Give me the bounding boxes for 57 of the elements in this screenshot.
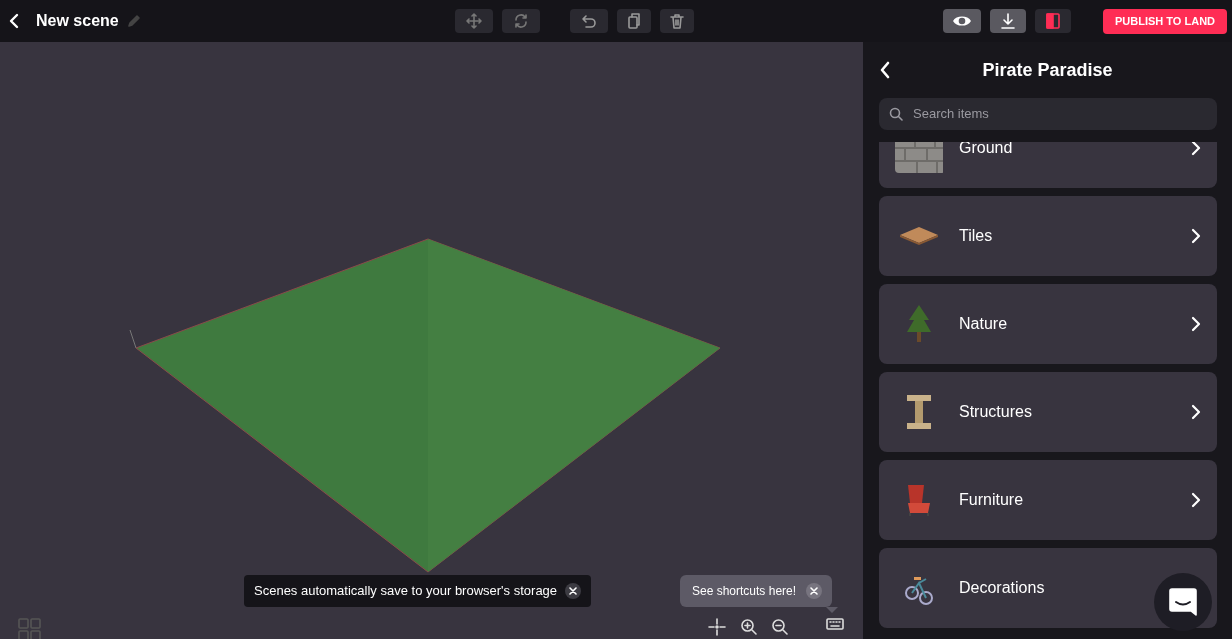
chevron-right-icon [1191, 404, 1201, 420]
chevron-right-icon [1191, 316, 1201, 332]
search-input[interactable]: Search items [911, 103, 1207, 125]
back-button[interactable] [879, 61, 891, 79]
category-item[interactable]: Nature [879, 284, 1217, 364]
panel-title: Pirate Paradise [982, 58, 1113, 82]
zoom-in-button[interactable] [740, 618, 758, 636]
undo-icon [581, 13, 597, 29]
chevron-right-icon [1191, 142, 1201, 156]
sidebar-toggle-icon [1046, 13, 1060, 29]
zoom-out-button[interactable] [771, 618, 789, 636]
notice-text: Scenes automatically save to your browser's storage [254, 582, 558, 601]
keyboard-shortcuts-button[interactable] [826, 618, 844, 630]
publish-button[interactable]: PUBLISH TO LAND [1103, 8, 1228, 34]
chevron-right-icon [1191, 492, 1201, 508]
zoom-out-icon [771, 618, 789, 636]
category-item[interactable]: Tiles [879, 196, 1217, 276]
zoom-in-icon [740, 618, 758, 636]
tooltip-text: See shortcuts here! [692, 583, 797, 600]
duplicate-button[interactable] [617, 9, 651, 33]
close-button[interactable] [806, 583, 823, 599]
chevron-right-icon [1191, 228, 1201, 244]
back-icon [879, 61, 891, 79]
search-field[interactable]: Search items [879, 98, 1217, 130]
search-icon [889, 107, 903, 121]
center-view-button[interactable] [708, 618, 726, 636]
chat-icon [1169, 588, 1197, 616]
eye-icon [953, 15, 971, 27]
category-item[interactable]: Furniture [879, 460, 1217, 540]
close-icon [810, 587, 819, 595]
trash-icon [669, 13, 685, 29]
crosshair-icon [708, 618, 726, 636]
category-item[interactable]: Decorations [879, 548, 1217, 628]
pencil-icon [126, 14, 141, 28]
copy-icon [626, 13, 642, 29]
grid-icon [18, 618, 41, 639]
back-icon [8, 13, 20, 29]
back-button[interactable] [8, 13, 20, 29]
rotate-button[interactable] [502, 9, 540, 33]
download-button[interactable] [990, 9, 1026, 33]
download-icon [1000, 13, 1016, 29]
wood-tile-icon [899, 226, 939, 246]
scene-title: New scene [36, 11, 119, 31]
category-item[interactable]: Structures [879, 372, 1217, 452]
preview-button[interactable] [943, 9, 981, 33]
close-icon [569, 587, 578, 595]
close-button[interactable] [565, 583, 582, 599]
rotate-icon [513, 13, 529, 29]
undo-button[interactable] [570, 9, 608, 33]
move-button[interactable] [455, 9, 493, 33]
move-icon [466, 13, 482, 29]
panel-toggle-button[interactable] [1035, 9, 1071, 33]
category-item[interactable]: Ground [879, 142, 1217, 188]
keyboard-icon [826, 618, 844, 630]
tree-icon [905, 304, 933, 344]
delete-button[interactable] [660, 9, 694, 33]
column-icon [904, 393, 934, 431]
